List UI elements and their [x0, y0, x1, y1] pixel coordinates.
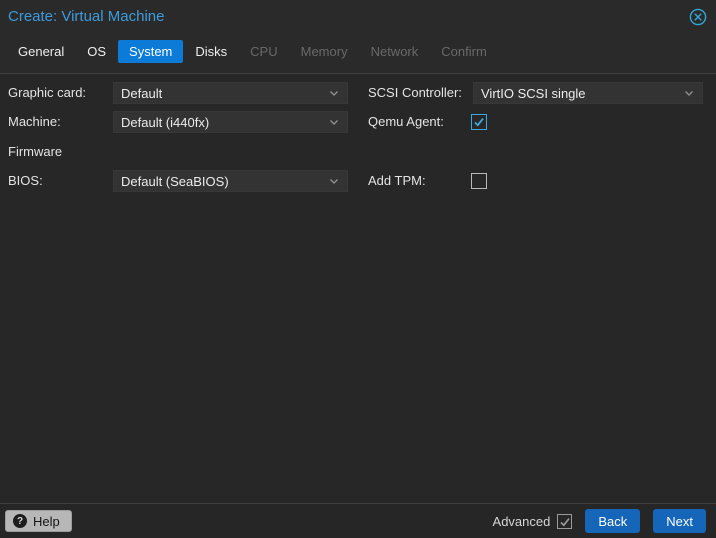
- tab-cpu: CPU: [250, 44, 278, 59]
- tab-os[interactable]: OS: [76, 40, 117, 63]
- create-vm-dialog: Create: Virtual Machine General OS Syste…: [0, 0, 716, 538]
- back-button[interactable]: Back: [585, 509, 641, 533]
- advanced-toggle: Advanced: [492, 513, 573, 529]
- advanced-label: Advanced: [492, 513, 551, 529]
- scsi-controller-label: SCSI Controller:: [368, 85, 462, 100]
- dialog-footer: ? Help Advanced Back Next: [0, 503, 716, 538]
- tab-network: Network: [370, 44, 419, 59]
- tab-bar: General OS System Disks CPU Memory Netwo…: [0, 36, 716, 74]
- scsi-controller-value: VirtIO SCSI single: [481, 85, 586, 101]
- help-button-label: Help: [33, 513, 60, 529]
- firmware-section-label: Firmware: [8, 144, 63, 159]
- tab-disks[interactable]: Disks: [184, 40, 238, 63]
- question-mark-icon: ?: [13, 514, 27, 528]
- tab-system[interactable]: System: [118, 40, 184, 63]
- qemu-agent-checkbox[interactable]: [471, 114, 487, 130]
- chevron-down-icon: [685, 91, 693, 96]
- dialog-header: Create: Virtual Machine: [0, 0, 716, 36]
- next-button[interactable]: Next: [653, 509, 706, 533]
- tab-memory: Memory: [300, 44, 348, 59]
- add-tpm-label: Add TPM:: [368, 173, 426, 188]
- scsi-controller-select[interactable]: VirtIO SCSI single: [473, 82, 703, 104]
- scsi-controller-row: SCSI Controller: VirtIO SCSI single: [0, 82, 716, 104]
- advanced-checkbox[interactable]: [557, 513, 573, 529]
- dialog-title: Create: Virtual Machine: [8, 8, 165, 25]
- qemu-agent-label: Qemu Agent:: [368, 114, 444, 129]
- add-tpm-checkbox[interactable]: [471, 173, 487, 189]
- close-icon[interactable]: [689, 8, 707, 26]
- firmware-section-row: Firmware: [0, 141, 716, 163]
- tab-general[interactable]: General: [7, 40, 75, 63]
- qemu-agent-row: Qemu Agent:: [0, 111, 716, 133]
- tab-confirm: Confirm: [441, 44, 487, 59]
- help-button[interactable]: ? Help: [5, 510, 72, 532]
- add-tpm-row: Add TPM:: [0, 170, 716, 192]
